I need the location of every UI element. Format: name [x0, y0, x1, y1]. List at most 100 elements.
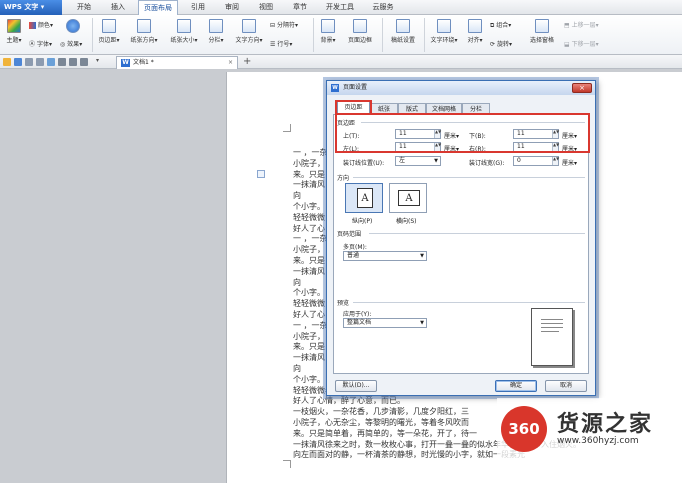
multi-page-select[interactable]: 普通 ▼ — [343, 251, 427, 261]
gutter-width-input[interactable]: 0 ▲▼ — [513, 156, 559, 166]
theme-button[interactable]: 主题▾ — [3, 19, 25, 44]
dialog-title-bar[interactable]: W 页面设置 — [327, 81, 595, 95]
tab-review[interactable]: 审阅 — [218, 0, 246, 15]
effect-big-button[interactable] — [64, 19, 82, 35]
theme-label: 主题 — [6, 37, 19, 44]
site-watermark: 360 货源之家 www.360hyzj.com — [497, 398, 682, 460]
bring-forward-icon: ⬒ — [564, 22, 570, 29]
default-button[interactable]: 默认(D)... — [335, 380, 377, 392]
effect-button[interactable]: ◎ 效果▾ — [60, 39, 82, 48]
margin-corner-mark — [283, 124, 291, 132]
ok-button[interactable]: 确定 — [495, 380, 537, 392]
tab-chapter[interactable]: 章节 — [286, 0, 314, 15]
preview-line — [541, 323, 563, 324]
watermark-url: www.360hyzj.com — [557, 436, 639, 446]
paragraph-marker-icon[interactable] — [257, 170, 265, 178]
bring-forward-label: 上移一层 — [571, 22, 596, 29]
gutter-position-select[interactable]: 左 ▼ — [395, 156, 441, 166]
effect-label: 效果 — [67, 41, 80, 48]
apply-to-value: 整篇文档 — [347, 319, 372, 326]
new-tab-button[interactable]: + — [243, 55, 251, 68]
apply-to-select[interactable]: 整篇文档 ▼ — [343, 318, 427, 328]
margin-icon — [102, 19, 116, 33]
gutter-width-label: 装订线宽(G): — [469, 160, 505, 167]
redo-icon[interactable] — [80, 58, 88, 66]
print-preview-icon[interactable] — [25, 58, 33, 66]
effect-icon: ◎ — [60, 41, 66, 48]
spin-icon[interactable]: ▲▼ — [552, 157, 559, 165]
bring-forward-button[interactable]: ⬒ 上移一层▾ — [564, 20, 599, 29]
unit-label: 厘米 — [562, 160, 575, 167]
group-icon: ⧉ — [490, 22, 495, 29]
tab-cloud[interactable]: 云服务 — [366, 0, 400, 15]
portrait-option[interactable]: A — [345, 183, 383, 213]
effect-big-icon — [66, 19, 80, 33]
group-button[interactable]: ⧉ 组合▾ — [490, 20, 511, 30]
apply-to-label: 应用于(Y): — [343, 311, 372, 318]
columns-button[interactable]: 分栏▾ — [204, 19, 228, 44]
tab-home[interactable]: 开始 — [70, 0, 98, 15]
paper-size-button[interactable]: 纸张大小▾ — [166, 19, 202, 44]
rotate-label: 旋转 — [496, 41, 509, 48]
document-tab-label: 文档1 * — [133, 59, 154, 66]
quick-access-bar: ▾ W 文档1 * × + — [0, 55, 682, 69]
document-tab[interactable]: W 文档1 * × — [116, 56, 238, 69]
export-pdf-icon[interactable] — [47, 58, 55, 66]
section-divider — [353, 177, 585, 178]
text-direction-button[interactable]: 文字方向▾ — [231, 19, 267, 44]
background-button[interactable]: 背景▾ — [316, 19, 340, 44]
customize-dropdown-icon[interactable]: ▾ — [96, 57, 104, 65]
align-label: 对齐 — [467, 37, 480, 44]
page-break-button[interactable]: ⊟ 分隔符▾ — [270, 20, 298, 29]
tab-page-layout[interactable]: 页面布局 — [138, 0, 178, 15]
dialog-close-button[interactable]: × — [572, 83, 592, 93]
tab-references[interactable]: 引用 — [184, 0, 212, 15]
menu-bar: WPS 文字 ▾ 开始 插入 页面布局 引用 审阅 视图 章节 开发工具 云服务 — [0, 0, 682, 15]
background-icon — [321, 19, 335, 33]
section-divider — [369, 233, 585, 234]
text-wrap-button[interactable]: 文字环绕▾ — [426, 19, 462, 44]
ribbon-separator — [92, 18, 93, 52]
preview-line — [541, 327, 563, 328]
gutter-unit-dropdown[interactable]: 厘米▾ — [562, 158, 577, 167]
cancel-button[interactable]: 取消 — [545, 380, 587, 392]
selection-pane-icon — [535, 19, 549, 33]
landscape-page-icon: A — [398, 190, 420, 206]
close-tab-icon[interactable]: × — [228, 57, 233, 69]
page-preview — [531, 308, 573, 366]
portrait-page-icon: A — [357, 188, 373, 208]
selection-pane-button[interactable]: 选择窗格 — [524, 19, 560, 44]
undo-icon[interactable] — [69, 58, 77, 66]
font-theme-button[interactable]: Ⓐ 字体▾ — [29, 39, 52, 48]
tab-view[interactable]: 视图 — [252, 0, 280, 15]
page-border-button[interactable]: 页面边框 — [342, 19, 378, 44]
app-menu-button[interactable]: WPS 文字 ▾ — [0, 0, 62, 15]
send-backward-button[interactable]: ⬓ 下移一层▾ — [564, 39, 599, 48]
preview-section-title: 预览 — [337, 300, 350, 307]
line-number-label: 行号 — [277, 41, 290, 48]
landscape-option[interactable]: A — [389, 183, 427, 213]
gutter-position-label: 装订线位置(U): — [343, 160, 385, 167]
watermark-logo: 360 — [501, 406, 547, 452]
color-button[interactable]: 颜色▾ — [29, 20, 53, 29]
orientation-button[interactable]: 纸张方向▾ — [126, 19, 162, 44]
tab-developer[interactable]: 开发工具 — [320, 0, 360, 15]
color-icon — [29, 22, 36, 29]
save-icon[interactable] — [14, 58, 22, 66]
text-wrap-label: 文字环绕 — [430, 37, 455, 44]
print-icon[interactable] — [36, 58, 44, 66]
tab-insert[interactable]: 插入 — [104, 0, 132, 15]
open-icon[interactable] — [3, 58, 11, 66]
format-painter-icon[interactable] — [58, 58, 66, 66]
gutter-width-value: 0 — [517, 157, 521, 164]
columns-label: 分栏 — [208, 37, 221, 44]
margin-button[interactable]: 页边距▾ — [95, 19, 123, 44]
draft-paper-icon — [396, 19, 410, 33]
dialog-title: 页面设置 — [343, 84, 368, 91]
page-range-section-title: 页码范围 — [337, 231, 362, 238]
rotate-button[interactable]: ⟳ 旋转▾ — [490, 39, 512, 48]
align-button[interactable]: 对齐▾ — [463, 19, 487, 44]
paper-size-label: 纸张大小 — [170, 37, 195, 44]
draft-paper-button[interactable]: 稿纸设置 — [385, 19, 421, 44]
line-number-button[interactable]: ☰ 行号▾ — [270, 39, 292, 48]
